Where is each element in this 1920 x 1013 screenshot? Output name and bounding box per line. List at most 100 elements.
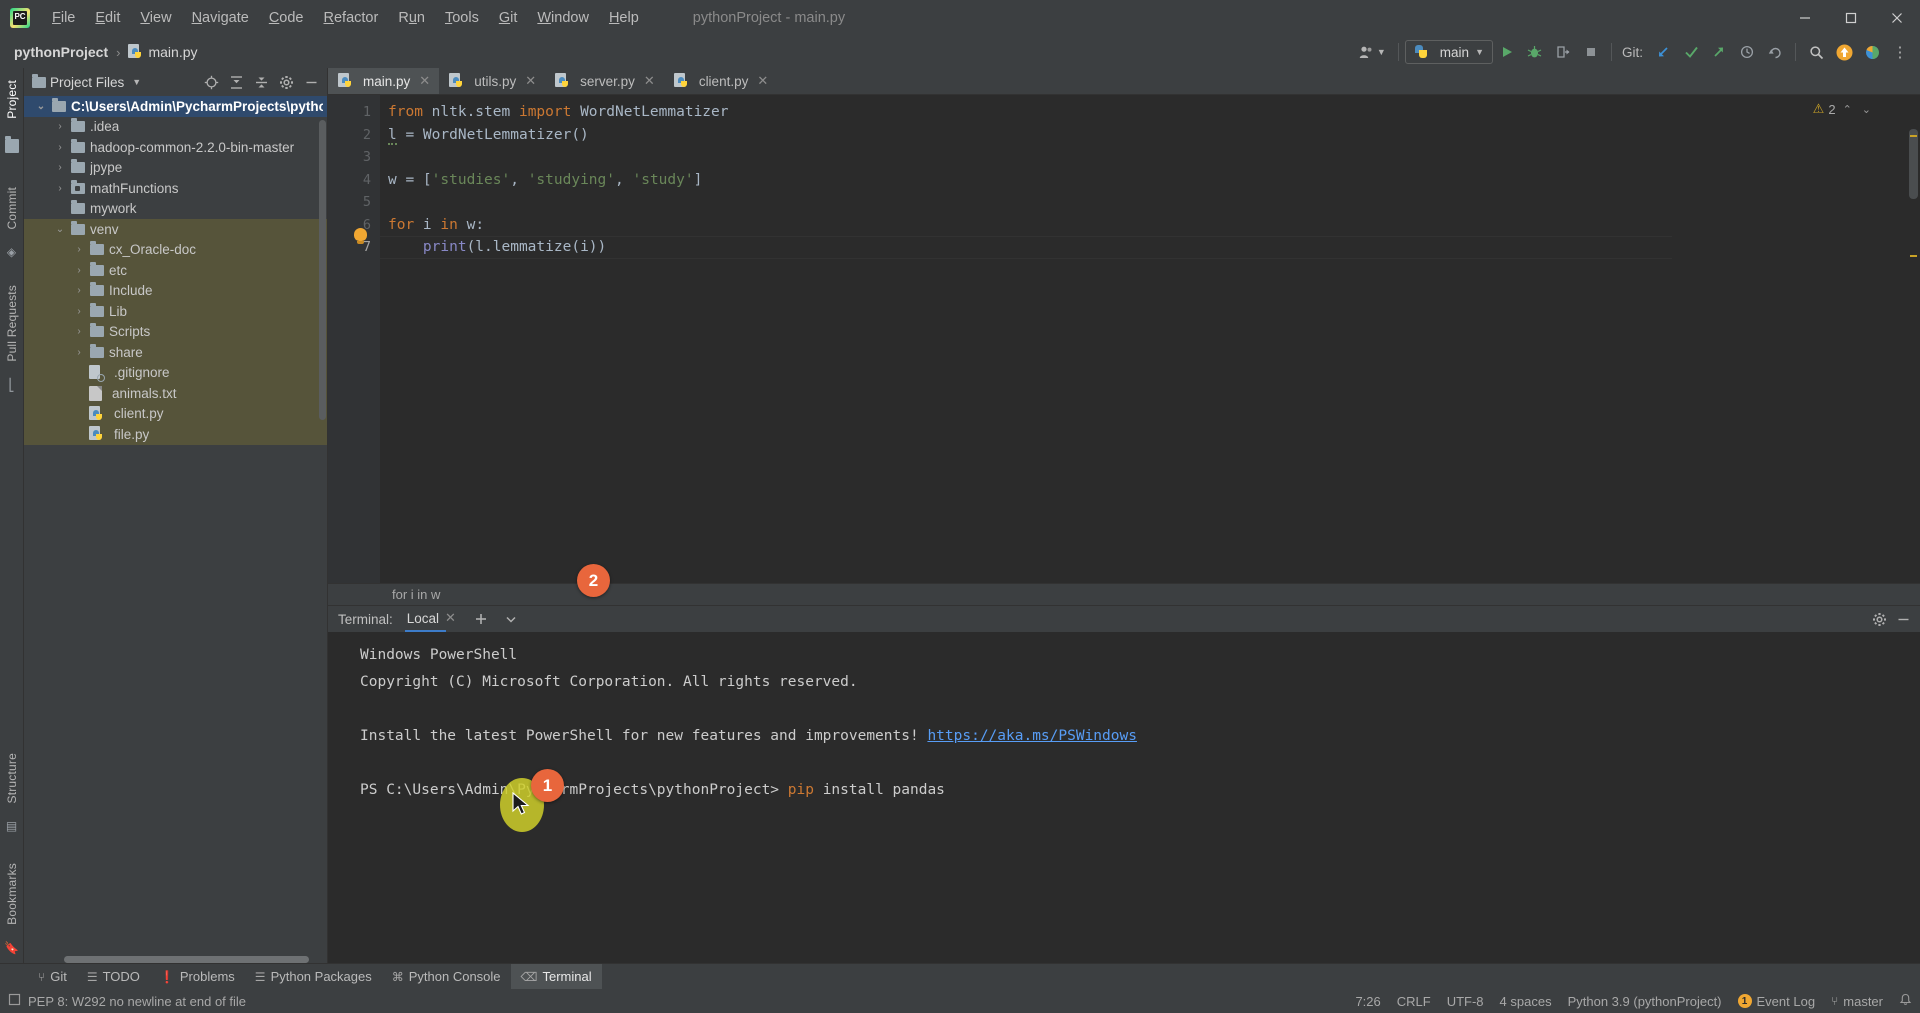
previous-problem-icon[interactable]: ⌃ — [1840, 103, 1855, 116]
tree-node[interactable]: file.py — [24, 424, 327, 445]
editor-vertical-scrollbar[interactable] — [1909, 129, 1918, 199]
tree-node[interactable]: › share — [24, 342, 327, 363]
git-branch-widget[interactable]: ⑂ master — [1831, 994, 1883, 1009]
run-button[interactable] — [1493, 39, 1521, 65]
chevron-right-icon[interactable]: › — [72, 306, 86, 317]
settings-gear-icon[interactable] — [274, 70, 298, 94]
hide-panel-icon[interactable] — [299, 70, 323, 94]
ide-update-icon[interactable] — [1830, 39, 1858, 65]
chevron-right-icon[interactable]: › — [53, 121, 67, 132]
python-interpreter[interactable]: Python 3.9 (pythonProject) — [1568, 994, 1722, 1009]
tree-node[interactable]: › .idea — [24, 117, 327, 138]
account-icon[interactable]: ▼ — [1353, 45, 1392, 59]
menu-file[interactable]: File — [42, 6, 85, 30]
editor-tab-client-py[interactable]: client.py ✕ — [663, 68, 778, 94]
run-configuration-selector[interactable]: main ▼ — [1404, 40, 1493, 64]
terminal-tab-local[interactable]: Local ✕ — [401, 606, 462, 632]
tree-node[interactable]: mywork — [24, 199, 327, 220]
breadcrumb-project[interactable]: pythonProject — [10, 42, 112, 62]
menu-view[interactable]: View — [130, 6, 181, 30]
code-line[interactable]: from nltk.stem import WordNetLemmatizer — [388, 101, 1672, 124]
select-opened-file-icon[interactable] — [199, 70, 223, 94]
tree-node[interactable]: client.py — [24, 403, 327, 424]
menu-help[interactable]: Help — [599, 6, 649, 30]
chevron-right-icon[interactable]: › — [53, 162, 67, 173]
chevron-down-icon[interactable]: ⌄ — [53, 224, 67, 235]
inspection-icon[interactable] — [8, 993, 21, 1009]
debug-button[interactable] — [1521, 39, 1549, 65]
code-line[interactable]: w = ['studies', 'studying', 'study'] — [388, 169, 1672, 192]
tree-node[interactable]: › cx_Oracle-doc — [24, 239, 327, 260]
tool-window-tab-problems[interactable]: ❗ Problems — [150, 964, 245, 989]
minimize-button[interactable] — [1782, 0, 1828, 36]
tool-window-tab-python-console[interactable]: ⌘ Python Console — [382, 964, 511, 989]
menu-tools[interactable]: Tools — [435, 6, 489, 30]
menu-edit[interactable]: Edit — [85, 6, 130, 30]
terminal-sessions-chevron-icon[interactable] — [500, 608, 522, 630]
code-line[interactable] — [388, 191, 1672, 214]
tool-tab-pull-requests[interactable]: Pull Requests — [3, 279, 21, 368]
project-scope-title[interactable]: Project Files — [50, 75, 124, 90]
tool-tab-structure[interactable]: Structure — [3, 747, 21, 810]
close-button[interactable] — [1874, 0, 1920, 36]
tree-node[interactable]: › jpype — [24, 158, 327, 179]
notifications-icon[interactable] — [1899, 993, 1912, 1009]
chevron-right-icon[interactable]: › — [72, 347, 86, 358]
maximize-button[interactable] — [1828, 0, 1874, 36]
tree-node[interactable]: ⌄ venv — [24, 219, 327, 240]
terminal-output[interactable]: Windows PowerShell Copyright (C) Microsof… — [328, 632, 1920, 963]
ide-icon[interactable] — [1858, 39, 1886, 65]
line-separator[interactable]: CRLF — [1397, 994, 1431, 1009]
new-terminal-session-icon[interactable] — [470, 608, 492, 630]
chevron-right-icon[interactable]: › — [53, 183, 67, 194]
caret-position[interactable]: 7:26 — [1355, 994, 1380, 1009]
code-line[interactable]: for i in w: — [388, 214, 1672, 237]
menu-refactor[interactable]: Refactor — [314, 6, 389, 30]
update-project-button[interactable] — [1649, 39, 1677, 65]
breadcrumb-file[interactable]: main.py — [124, 42, 201, 62]
terminal-link[interactable]: https://aka.ms/PSWindows — [927, 728, 1137, 744]
expand-all-icon[interactable] — [224, 70, 248, 94]
editor-code-content[interactable]: from nltk.stem import WordNetLemmatizer l… — [380, 95, 1672, 583]
more-options-icon[interactable]: ⋮ — [1886, 39, 1914, 65]
menu-code[interactable]: Code — [259, 6, 314, 30]
tool-tab-project[interactable]: Project — [3, 74, 21, 125]
chevron-right-icon[interactable]: › — [53, 142, 67, 153]
editor-breadcrumb[interactable]: for i in w — [392, 587, 440, 602]
tree-node[interactable]: › mathFunctions — [24, 178, 327, 199]
code-line[interactable]: l = WordNetLemmatizer() — [388, 124, 1672, 147]
close-icon[interactable]: ✕ — [419, 73, 430, 89]
code-editor[interactable]: 1234567 from nltk.stem import WordNetLem… — [328, 95, 1920, 583]
tree-node[interactable]: .gitignore — [24, 362, 327, 383]
tool-tab-bookmarks[interactable]: Bookmarks — [3, 857, 21, 931]
tree-node[interactable]: animals.txt — [24, 383, 327, 404]
code-line[interactable] — [388, 146, 1672, 169]
terminal-settings-gear-icon[interactable] — [1868, 608, 1890, 630]
chevron-down-icon[interactable]: ▼ — [132, 77, 141, 87]
chevron-right-icon[interactable]: › — [72, 326, 86, 337]
tree-node[interactable]: ⌄ C:\Users\Admin\PycharmProjects\pythonPr… — [24, 96, 327, 117]
editor-gutter[interactable]: 1234567 — [328, 95, 380, 583]
tree-node[interactable]: › etc — [24, 260, 327, 281]
inspection-widget[interactable]: ⚠ 2 ⌃ ⌄ — [1813, 101, 1874, 117]
close-icon[interactable]: ✕ — [644, 73, 655, 89]
menu-run[interactable]: Run — [388, 6, 435, 30]
editor-tab-utils-py[interactable]: utils.py ✕ — [439, 68, 546, 94]
tool-window-tab-python-packages[interactable]: ☰ Python Packages — [245, 964, 382, 989]
event-log-widget[interactable]: 1 Event Log — [1737, 994, 1815, 1009]
run-with-coverage-button[interactable] — [1549, 39, 1577, 65]
tool-window-tab-git[interactable]: ⑂ Git — [28, 964, 77, 989]
lightbulb-icon[interactable] — [354, 228, 367, 244]
chevron-right-icon[interactable]: › — [72, 265, 86, 276]
history-button[interactable] — [1733, 39, 1761, 65]
tool-window-tab-terminal[interactable]: ⌫ Terminal — [510, 964, 602, 989]
rollback-button[interactable] — [1761, 39, 1789, 65]
tree-node[interactable]: › Include — [24, 280, 327, 301]
tree-node[interactable]: › Scripts — [24, 321, 327, 342]
collapse-all-icon[interactable] — [249, 70, 273, 94]
close-icon[interactable]: ✕ — [445, 610, 456, 626]
file-encoding[interactable]: UTF-8 — [1447, 994, 1484, 1009]
next-problem-icon[interactable]: ⌄ — [1859, 103, 1874, 116]
chevron-down-icon[interactable]: ⌄ — [34, 101, 48, 112]
chevron-right-icon[interactable]: › — [72, 244, 86, 255]
